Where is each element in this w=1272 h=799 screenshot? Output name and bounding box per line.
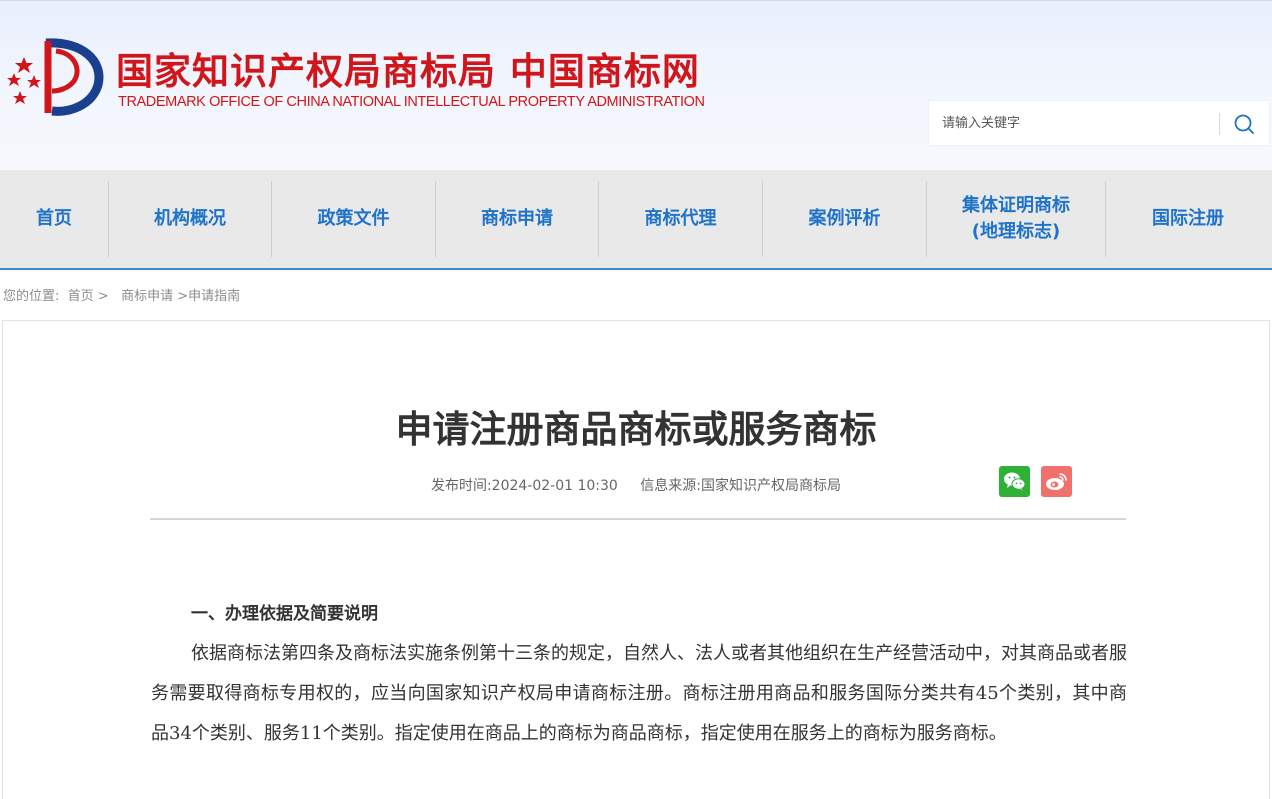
nav-label: 商标申请 xyxy=(481,208,553,229)
wechat-icon xyxy=(1004,472,1026,491)
nav-label: 首页 xyxy=(36,208,72,229)
nav-label: 机构概况 xyxy=(154,208,226,229)
nav-item-home[interactable]: 首页 xyxy=(0,181,108,257)
search-divider xyxy=(1219,113,1220,135)
breadcrumb: 您的位置: 首页 > 商标申请 >申请指南 xyxy=(3,285,240,304)
main-nav: 首页 机构概况 政策文件 商标申请 商标代理 案例评析 集体证明商标 (地理标志… xyxy=(0,170,1272,270)
nav-item-international[interactable]: 国际注册 xyxy=(1106,181,1270,257)
nav-label: 国际注册 xyxy=(1152,208,1224,229)
share-weibo-button[interactable] xyxy=(1041,466,1072,497)
logo-emblem[interactable] xyxy=(4,35,104,117)
search-box xyxy=(928,100,1270,146)
weibo-icon xyxy=(1046,473,1067,490)
article-card: 申请注册商品商标或服务商标 发布时间:2024-02-01 10:30 信息来源… xyxy=(2,320,1270,799)
nav-item-about[interactable]: 机构概况 xyxy=(109,181,271,257)
site-subtitle: TRADEMARK OFFICE OF CHINA NATIONAL INTEL… xyxy=(118,94,705,110)
nav-label-sub: (地理标志) xyxy=(971,221,1061,242)
breadcrumb-guide[interactable]: >申请指南 xyxy=(177,289,240,304)
title-divider xyxy=(150,518,1126,520)
info-source: 信息来源:国家知识产权局商标局 xyxy=(640,478,842,494)
nav-label: 政策文件 xyxy=(317,208,390,229)
article-title: 申请注册商品商标或服务商标 xyxy=(395,408,877,451)
nav-item-cases[interactable]: 案例评析 xyxy=(763,181,926,257)
search-icon xyxy=(1234,114,1254,134)
nav-item-collective-marks[interactable]: 集体证明商标 (地理标志) xyxy=(927,181,1105,257)
nav-item-application[interactable]: 商标申请 xyxy=(436,181,598,257)
nav-item-policy[interactable]: 政策文件 xyxy=(272,181,435,257)
search-input[interactable] xyxy=(929,101,1219,145)
breadcrumb-application[interactable]: 商标申请 xyxy=(121,289,173,304)
search-button[interactable] xyxy=(1229,111,1259,137)
site-header: 国家知识产权局商标局 中国商标网 TRADEMARK OFFICE OF CHI… xyxy=(0,0,1272,170)
nav-item-agency[interactable]: 商标代理 xyxy=(599,181,762,257)
article-meta: 发布时间:2024-02-01 10:30 信息来源:国家知识产权局商标局 xyxy=(3,475,1269,495)
breadcrumb-separator: > xyxy=(97,289,109,304)
breadcrumb-prefix: 您的位置: xyxy=(3,289,60,304)
nav-label: 集体证明商标 xyxy=(962,195,1070,216)
site-title: 国家知识产权局商标局 中国商标网 xyxy=(116,49,700,93)
section-heading: 一、办理依据及简要说明 xyxy=(191,604,378,624)
share-wechat-button[interactable] xyxy=(999,466,1030,497)
breadcrumb-home[interactable]: 首页 xyxy=(68,289,94,304)
nav-label: 商标代理 xyxy=(644,208,717,229)
nav-label: 案例评析 xyxy=(808,208,881,229)
publish-time: 发布时间:2024-02-01 10:30 xyxy=(430,478,618,494)
article-paragraph: 依据商标法第四条及商标法实施条例第十三条的规定，自然人、法人或者其他组织在生产经… xyxy=(151,643,1127,744)
